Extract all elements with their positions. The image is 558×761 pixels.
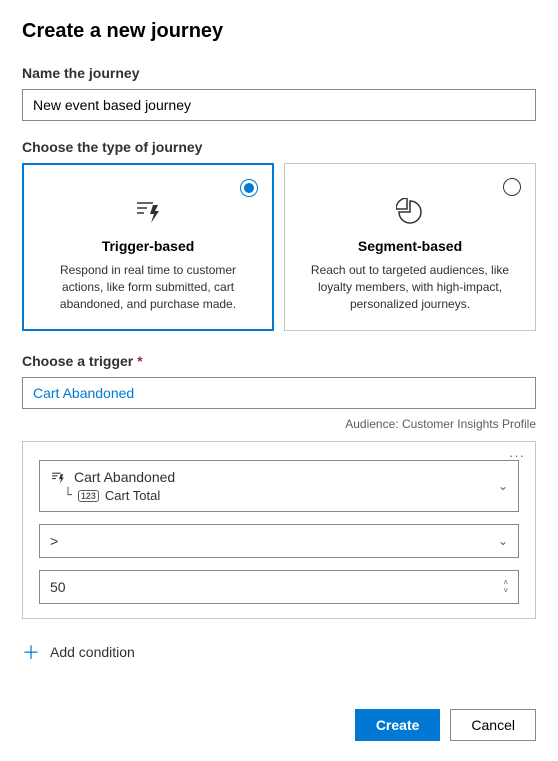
radio-unselected-icon [503,178,521,196]
condition-panel: ··· Cart Abandoned └ 123 Cart Total ⌄ > … [22,441,536,619]
chevron-down-icon: ⌄ [498,479,508,493]
journey-type-trigger[interactable]: Trigger-based Respond in real time to cu… [22,163,274,331]
required-mark: * [137,353,142,369]
attribute-select[interactable]: Cart Abandoned └ 123 Cart Total ⌄ [39,460,519,512]
tree-branch-icon: └ [64,488,72,503]
cancel-button[interactable]: Cancel [450,709,536,741]
chevron-down-icon: ⌄ [498,534,508,548]
journey-name-input[interactable] [22,89,536,121]
operator-select[interactable]: > ⌄ [39,524,519,558]
add-condition-button[interactable]: ＋ Add condition [22,635,536,669]
page-title: Create a new journey [22,20,536,43]
attribute-field: Cart Total [105,488,160,503]
type-label: Choose the type of journey [22,139,536,155]
card-title: Trigger-based [41,238,255,254]
journey-type-segment[interactable]: Segment-based Reach out to targeted audi… [284,163,536,331]
operator-value: > [50,533,58,549]
plus-icon: ＋ [22,639,40,665]
radio-selected-icon [240,179,258,197]
audience-info: Audience: Customer Insights Profile [22,417,536,431]
number-stepper[interactable]: ˄ ˅ [503,579,508,595]
add-condition-label: Add condition [50,644,135,660]
card-desc: Respond in real time to customer actions… [41,262,255,312]
trigger-input[interactable] [22,377,536,409]
segment-icon [394,196,426,228]
card-title: Segment-based [303,238,517,254]
trigger-icon [132,196,164,228]
trigger-small-icon [50,471,66,485]
condition-value: 50 [50,579,66,595]
more-icon[interactable]: ··· [509,448,525,463]
field-type-badge: 123 [78,490,99,502]
create-button[interactable]: Create [355,709,441,741]
value-input[interactable]: 50 ˄ ˅ [39,570,519,604]
trigger-label: Choose a trigger * [22,353,536,369]
card-desc: Reach out to targeted audiences, like lo… [303,262,517,312]
name-label: Name the journey [22,65,536,81]
step-down-icon[interactable]: ˅ [503,587,508,595]
attribute-event: Cart Abandoned [74,469,175,486]
